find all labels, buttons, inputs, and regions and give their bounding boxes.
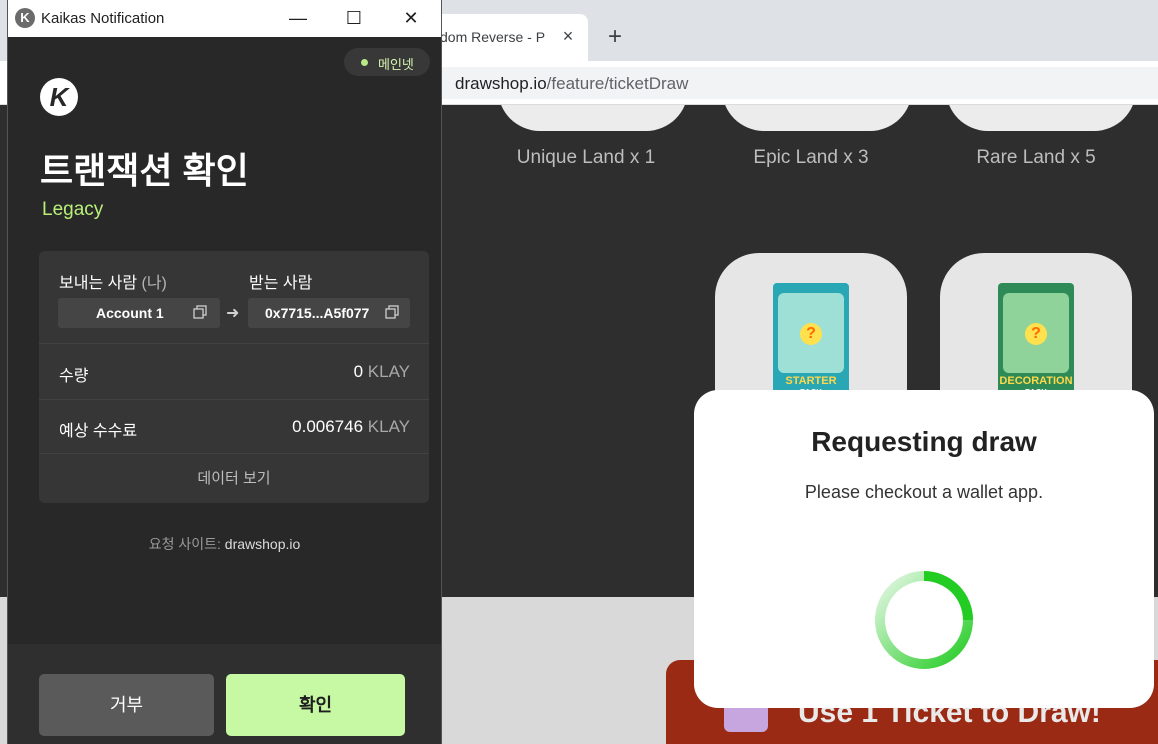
request-modal: Requesting draw Please checkout a wallet… <box>694 390 1154 708</box>
kaikas-app-icon: K <box>15 8 35 28</box>
pack-art: ? <box>778 293 844 373</box>
confirm-button[interactable]: 확인 <box>226 674 405 736</box>
divider <box>39 453 429 454</box>
view-data-button[interactable]: 데이터 보기 <box>39 467 429 488</box>
land-item-rare <box>946 105 1136 131</box>
window-titlebar: K Kaikas Notification — ☐ ✕ <box>8 0 441 37</box>
close-window-icon[interactable]: ✕ <box>383 0 439 37</box>
url-text: drawshop.io/feature/ticketDraw <box>455 74 688 94</box>
fee-value: 0.006746 KLAY <box>292 417 410 436</box>
land-label-epic: Epic Land x 3 <box>753 147 869 168</box>
sender-account: Account 1 <box>58 298 220 328</box>
network-badge[interactable]: 메인넷 <box>344 48 430 76</box>
question-mark-icon: ? <box>1025 323 1047 345</box>
copy-icon[interactable] <box>193 305 207 319</box>
land-label-unique: Unique Land x 1 <box>516 147 656 168</box>
question-mark-icon: ? <box>800 323 822 345</box>
close-tab-icon[interactable]: × <box>558 26 578 46</box>
divider <box>39 399 429 400</box>
divider <box>39 343 429 344</box>
sender-account-name: Account 1 <box>96 305 164 321</box>
reject-button[interactable]: 거부 <box>39 674 214 736</box>
receiver-address-text: 0x7715...A5f077 <box>265 305 370 321</box>
minimize-icon[interactable]: — <box>270 0 326 37</box>
land-label-rare: Rare Land x 5 <box>976 147 1096 168</box>
url-path: /feature/ticketDraw <box>546 74 689 93</box>
kaikas-window: K Kaikas Notification — ☐ ✕ 메인넷 K 트랜잭션 확… <box>8 0 441 744</box>
copy-icon[interactable] <box>385 305 399 319</box>
land-item-unique <box>498 105 688 131</box>
loading-spinner-icon <box>875 571 973 669</box>
url-host: drawshop.io <box>455 74 547 93</box>
page-title: 트랜잭션 확인 <box>40 150 249 191</box>
request-site: 요청 사이트: drawshop.io <box>148 536 301 552</box>
network-status-dot <box>361 59 368 66</box>
kaikas-logo-icon: K <box>40 78 78 116</box>
amount-value: 0 KLAY <box>353 362 410 381</box>
new-tab-icon[interactable]: + <box>602 24 628 50</box>
transaction-type: Legacy <box>42 199 104 220</box>
pack-art: ? <box>1003 293 1069 373</box>
arrow-right-icon: ➜ <box>226 305 240 322</box>
fee-label: 예상 수수료 <box>59 423 138 440</box>
maximize-icon[interactable]: ☐ <box>326 0 382 37</box>
sender-label: 보내는 사람 (나) <box>59 275 167 292</box>
land-item-epic <box>722 105 912 131</box>
receiver-address: 0x7715...A5f077 <box>248 298 410 328</box>
tab-title: dom Reverse - P <box>440 29 546 45</box>
network-label: 메인넷 <box>378 57 414 72</box>
modal-subtitle: Please checkout a wallet app. <box>804 482 1044 502</box>
transaction-card: 보내는 사람 (나) 받는 사람 Account 1 ➜ 0x7715...A5… <box>39 251 429 503</box>
address-bar[interactable]: drawshop.io/feature/ticketDraw <box>420 67 1158 99</box>
modal-title: Requesting draw <box>811 426 1037 457</box>
action-footer: 거부 확인 <box>8 644 441 744</box>
receiver-label: 받는 사람 <box>249 275 313 292</box>
amount-label: 수량 <box>59 368 89 385</box>
window-title: Kaikas Notification <box>41 10 165 27</box>
